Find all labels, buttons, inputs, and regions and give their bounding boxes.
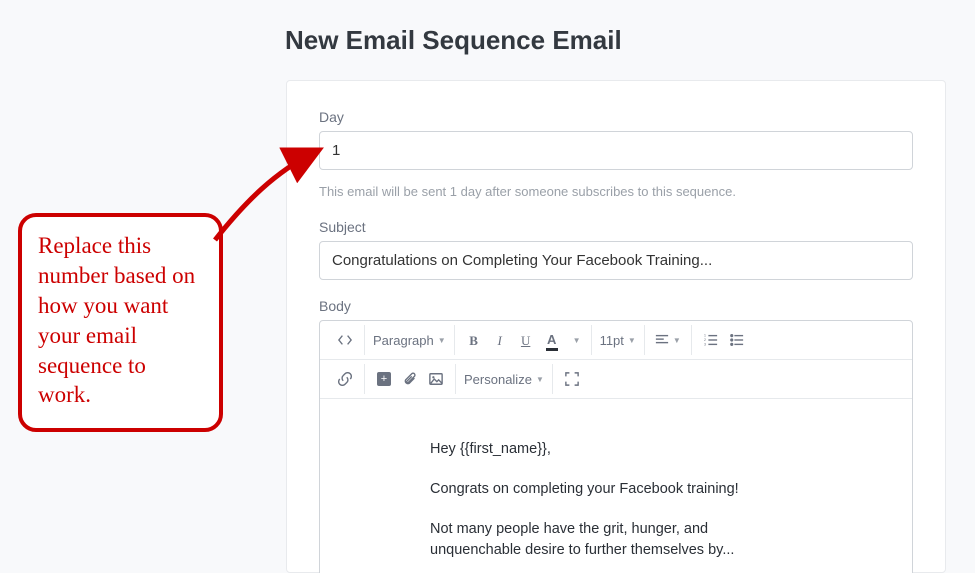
body-field: Body Paragraph▼ B I U xyxy=(319,298,913,573)
image-button[interactable] xyxy=(423,366,449,392)
expand-icon xyxy=(565,372,579,386)
svg-text:3: 3 xyxy=(704,342,706,346)
list-ul-icon xyxy=(730,333,744,347)
day-help-text: This email will be sent 1 day after some… xyxy=(319,184,913,199)
list-ol-icon: 123 xyxy=(704,333,718,347)
code-view-button[interactable] xyxy=(332,327,358,353)
unordered-list-button[interactable] xyxy=(724,327,750,353)
toolbar-row-2: + Personalize▼ xyxy=(320,360,912,399)
toolbar-row-1: Paragraph▼ B I U A ▼ 11pt▼ xyxy=(320,321,912,360)
svg-text:2: 2 xyxy=(704,338,706,342)
ordered-list-button[interactable]: 123 xyxy=(698,327,724,353)
underline-button[interactable]: U xyxy=(513,327,539,353)
attachment-button[interactable] xyxy=(397,366,423,392)
text-color-dropdown[interactable]: A xyxy=(539,327,565,353)
page-title: New Email Sequence Email xyxy=(285,25,622,56)
link-button[interactable] xyxy=(332,366,358,392)
insert-block-button[interactable]: + xyxy=(371,366,397,392)
align-dropdown[interactable]: ▼ xyxy=(651,327,685,353)
rich-text-editor: Paragraph▼ B I U A ▼ 11pt▼ xyxy=(319,320,913,573)
link-icon xyxy=(338,372,352,386)
code-icon xyxy=(338,333,352,347)
day-label: Day xyxy=(319,109,913,125)
italic-button[interactable]: I xyxy=(487,327,513,353)
editor-content-area[interactable]: Hey {{first_name}}, Congrats on completi… xyxy=(320,399,912,573)
svg-text:1: 1 xyxy=(704,334,706,338)
font-size-dropdown[interactable]: 11pt▼ xyxy=(598,327,638,353)
day-field: Day This email will be sent 1 day after … xyxy=(319,109,913,199)
paperclip-icon xyxy=(403,372,417,386)
body-label: Body xyxy=(319,298,913,314)
image-icon xyxy=(429,372,443,386)
fullscreen-button[interactable] xyxy=(559,366,585,392)
email-form-card: Day This email will be sent 1 day after … xyxy=(286,80,946,573)
day-input[interactable] xyxy=(319,131,913,170)
align-left-icon xyxy=(655,333,669,347)
subject-label: Subject xyxy=(319,219,913,235)
body-line-3: Not many people have the grit, hunger, a… xyxy=(430,519,802,563)
subject-input[interactable] xyxy=(319,241,913,280)
body-line-2: Congrats on completing your Facebook tra… xyxy=(430,479,802,501)
personalize-dropdown[interactable]: Personalize▼ xyxy=(462,366,546,392)
body-line-1: Hey {{first_name}}, xyxy=(430,439,802,461)
annotation-callout: Replace this number based on how you wan… xyxy=(18,213,223,432)
bold-button[interactable]: B xyxy=(461,327,487,353)
paragraph-format-dropdown[interactable]: Paragraph▼ xyxy=(371,327,448,353)
plus-icon: + xyxy=(377,372,391,386)
subject-field: Subject xyxy=(319,219,913,280)
